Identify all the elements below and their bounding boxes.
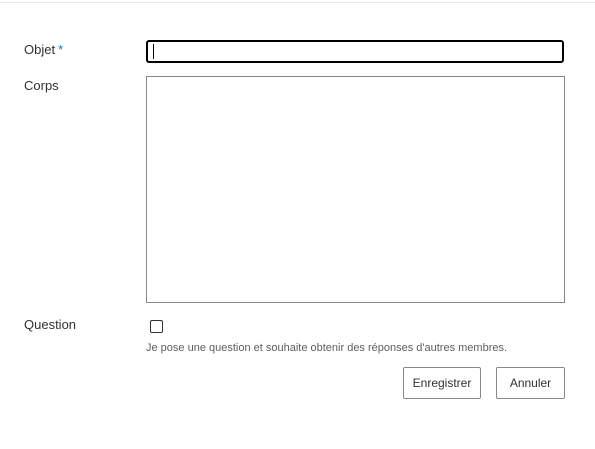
question-hint: Je pose une question et souhaite obtenir… (146, 342, 508, 354)
body-label: Corps (24, 78, 59, 93)
required-marker: * (58, 42, 64, 57)
body-textarea[interactable] (146, 76, 565, 303)
text-caret (153, 44, 154, 59)
subject-label: Objet * (24, 42, 63, 58)
cancel-button[interactable]: Annuler (496, 367, 565, 399)
question-label: Question (24, 317, 77, 332)
subject-label-text: Objet (24, 42, 56, 57)
question-checkbox[interactable] (150, 320, 163, 333)
subject-input[interactable] (146, 40, 564, 63)
top-divider (0, 2, 595, 3)
save-button[interactable]: Enregistrer (403, 367, 481, 399)
